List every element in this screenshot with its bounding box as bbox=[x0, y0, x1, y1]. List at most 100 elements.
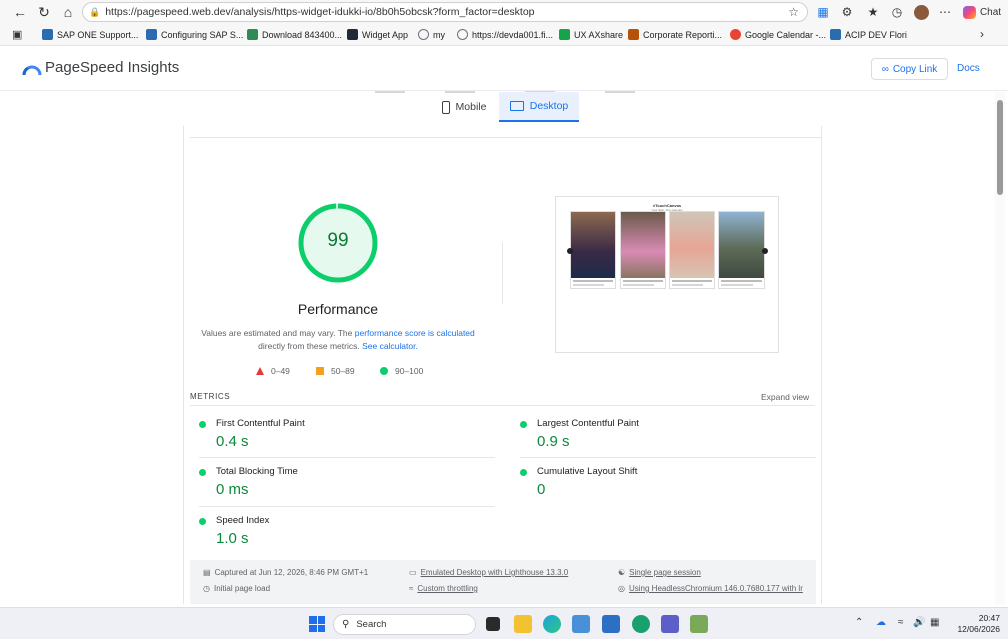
teams-icon[interactable] bbox=[661, 615, 679, 633]
pass-circle-icon bbox=[520, 421, 527, 428]
extension-icon[interactable]: ⚙ bbox=[838, 0, 856, 24]
metrics-divider bbox=[190, 405, 815, 406]
phone-icon bbox=[441, 100, 450, 114]
chat-button[interactable]: Chat bbox=[960, 0, 1004, 24]
bookmark-favicon-icon bbox=[247, 29, 258, 40]
score-calculated-link[interactable]: performance score is calculated bbox=[355, 328, 475, 338]
app-icon[interactable] bbox=[632, 615, 650, 633]
windows-taskbar: ⚲ Search ⌃ ☁ ≈ 🔊 ▦ 20:47 12/06/2026 bbox=[0, 607, 1008, 639]
page-session[interactable]: ☯ Single page session bbox=[618, 568, 701, 577]
system-clock[interactable]: 20:47 12/06/2026 bbox=[950, 613, 1000, 635]
onedrive-icon[interactable]: ☁ bbox=[876, 617, 886, 628]
note-text: Values are estimated and may vary. The bbox=[201, 328, 355, 338]
pass-circle-icon bbox=[199, 469, 206, 476]
tab-mobile[interactable]: Mobile bbox=[430, 92, 498, 122]
search-label: Search bbox=[356, 619, 387, 630]
refresh-icon[interactable]: ↻ bbox=[32, 0, 56, 24]
home-icon[interactable]: ⌂ bbox=[56, 0, 80, 24]
metric-value: 0 ms bbox=[216, 481, 249, 498]
chevron-right-icon[interactable]: › bbox=[980, 27, 984, 41]
grid-apps-icon[interactable]: ▦ bbox=[814, 0, 832, 24]
taskbar-search[interactable]: ⚲ Search bbox=[333, 614, 476, 635]
bookmark-item[interactable]: SAP ONE Support... bbox=[42, 29, 138, 40]
app-icon[interactable] bbox=[572, 615, 590, 633]
bookmark-item[interactable]: Corporate Reporti... bbox=[628, 29, 722, 40]
bookmark-favicon-icon bbox=[347, 29, 358, 40]
copy-link-label: Copy Link bbox=[892, 63, 938, 75]
carousel-next-icon bbox=[762, 248, 768, 254]
metric-name: First Contentful Paint bbox=[216, 418, 305, 429]
chrome-icon: ◎ bbox=[618, 584, 625, 593]
task-view-icon[interactable] bbox=[486, 617, 500, 631]
docs-link[interactable]: Docs bbox=[957, 63, 980, 74]
bookmark-favicon-icon bbox=[628, 29, 639, 40]
bookmark-item[interactable]: Configuring SAP S... bbox=[146, 29, 243, 40]
carousel-prev-icon bbox=[567, 248, 573, 254]
see-calculator-link[interactable]: See calculator. bbox=[362, 341, 418, 351]
user-icon: ☯ bbox=[618, 568, 626, 577]
metric-name: Total Blocking Time bbox=[216, 466, 298, 477]
metric-divider bbox=[199, 506, 495, 507]
bookmark-favicon-icon bbox=[42, 29, 53, 40]
battery-icon[interactable]: ▦ bbox=[930, 617, 939, 628]
score-legend: 0–49 50–89 90–100 bbox=[256, 366, 456, 378]
copy-link-button[interactable]: ∞ Copy Link bbox=[871, 58, 948, 80]
address-bar[interactable]: 🔒 https://pagespeed.web.dev/analysis/htt… bbox=[82, 2, 808, 22]
note-text: directly from these metrics. bbox=[258, 341, 363, 351]
vertical-separator bbox=[502, 242, 503, 304]
bookmark-item[interactable]: Google Calendar -... bbox=[730, 29, 826, 40]
bookmark-item[interactable]: https://devda001.fi... bbox=[457, 29, 553, 40]
throttling[interactable]: ≈ Custom throttling bbox=[409, 584, 478, 593]
expand-view-button[interactable]: Expand view bbox=[761, 392, 809, 402]
pass-circle-icon bbox=[520, 469, 527, 476]
screenshot-card bbox=[669, 211, 715, 289]
psi-header: PageSpeed Insights ∞ Copy Link Docs bbox=[0, 46, 1008, 91]
scrollbar-thumb[interactable] bbox=[997, 100, 1003, 195]
favorites-icon[interactable]: ★ bbox=[864, 0, 882, 24]
profile-avatar[interactable] bbox=[912, 0, 930, 24]
triangle-icon bbox=[256, 367, 264, 375]
metric-divider bbox=[520, 457, 816, 458]
laptop-icon bbox=[509, 101, 524, 111]
clock-time: 20:47 bbox=[978, 613, 1000, 623]
windows-start-icon[interactable] bbox=[309, 616, 325, 632]
tab-desktop[interactable]: Desktop bbox=[499, 92, 579, 122]
performance-note: Values are estimated and may vary. The p… bbox=[200, 327, 476, 353]
bookmark-item[interactable]: ACIP DEV Flori bbox=[830, 29, 907, 40]
screenshot-card bbox=[620, 211, 666, 289]
bookmark-item[interactable]: Download 843400... bbox=[247, 29, 342, 40]
bookmark-item[interactable]: my bbox=[418, 29, 445, 40]
metric-value: 0.4 s bbox=[216, 433, 249, 450]
chat-label: Chat bbox=[979, 6, 1002, 18]
final-screenshot: #TouchCanvas Your Skin, Our Canvas! bbox=[555, 196, 779, 353]
more-menu-icon[interactable]: ⋯ bbox=[936, 0, 954, 24]
square-icon bbox=[316, 367, 324, 375]
chevron-up-icon[interactable]: ⌃ bbox=[855, 617, 863, 628]
app-icon[interactable] bbox=[690, 615, 708, 633]
browser-version[interactable]: ◎ Using HeadlessChromium 146.0.7680.177 w… bbox=[618, 584, 803, 593]
file-explorer-icon[interactable] bbox=[514, 615, 532, 633]
favorite-star-icon[interactable]: ☆ bbox=[788, 5, 799, 19]
lock-icon: 🔒 bbox=[89, 6, 101, 17]
back-icon[interactable]: ← bbox=[8, 0, 32, 24]
bookmark-item[interactable]: Widget App bbox=[347, 29, 408, 40]
copilot-icon bbox=[962, 5, 976, 19]
wifi-icon[interactable]: ≈ bbox=[898, 617, 904, 628]
page-scrollbar[interactable] bbox=[995, 92, 1005, 604]
history-icon[interactable]: ◷ bbox=[888, 0, 906, 24]
volume-icon[interactable]: 🔊 bbox=[913, 617, 925, 628]
metric-name: Cumulative Layout Shift bbox=[537, 466, 638, 477]
card-divider bbox=[190, 137, 822, 138]
bookmark-item[interactable]: UX AXshare bbox=[559, 29, 623, 40]
app-icon[interactable] bbox=[602, 615, 620, 633]
legend-average: 50–89 bbox=[316, 366, 355, 376]
bookmark-favicon-icon bbox=[146, 29, 157, 40]
globe-icon bbox=[418, 29, 429, 40]
initial-load: ◷ Initial page load bbox=[203, 584, 271, 593]
run-info-box: ▤ Captured at Jun 12, 2026, 8:46 PM GMT+1… bbox=[190, 560, 816, 604]
emulated-device[interactable]: ▭ Emulated Desktop with Lighthouse 13.3.0 bbox=[409, 568, 568, 577]
clock-date: 12/06/2026 bbox=[957, 624, 1000, 634]
edge-icon[interactable] bbox=[543, 615, 561, 633]
bookmark-folder-icon[interactable]: ▣ bbox=[12, 28, 22, 41]
legend-fail: 0–49 bbox=[256, 366, 290, 376]
